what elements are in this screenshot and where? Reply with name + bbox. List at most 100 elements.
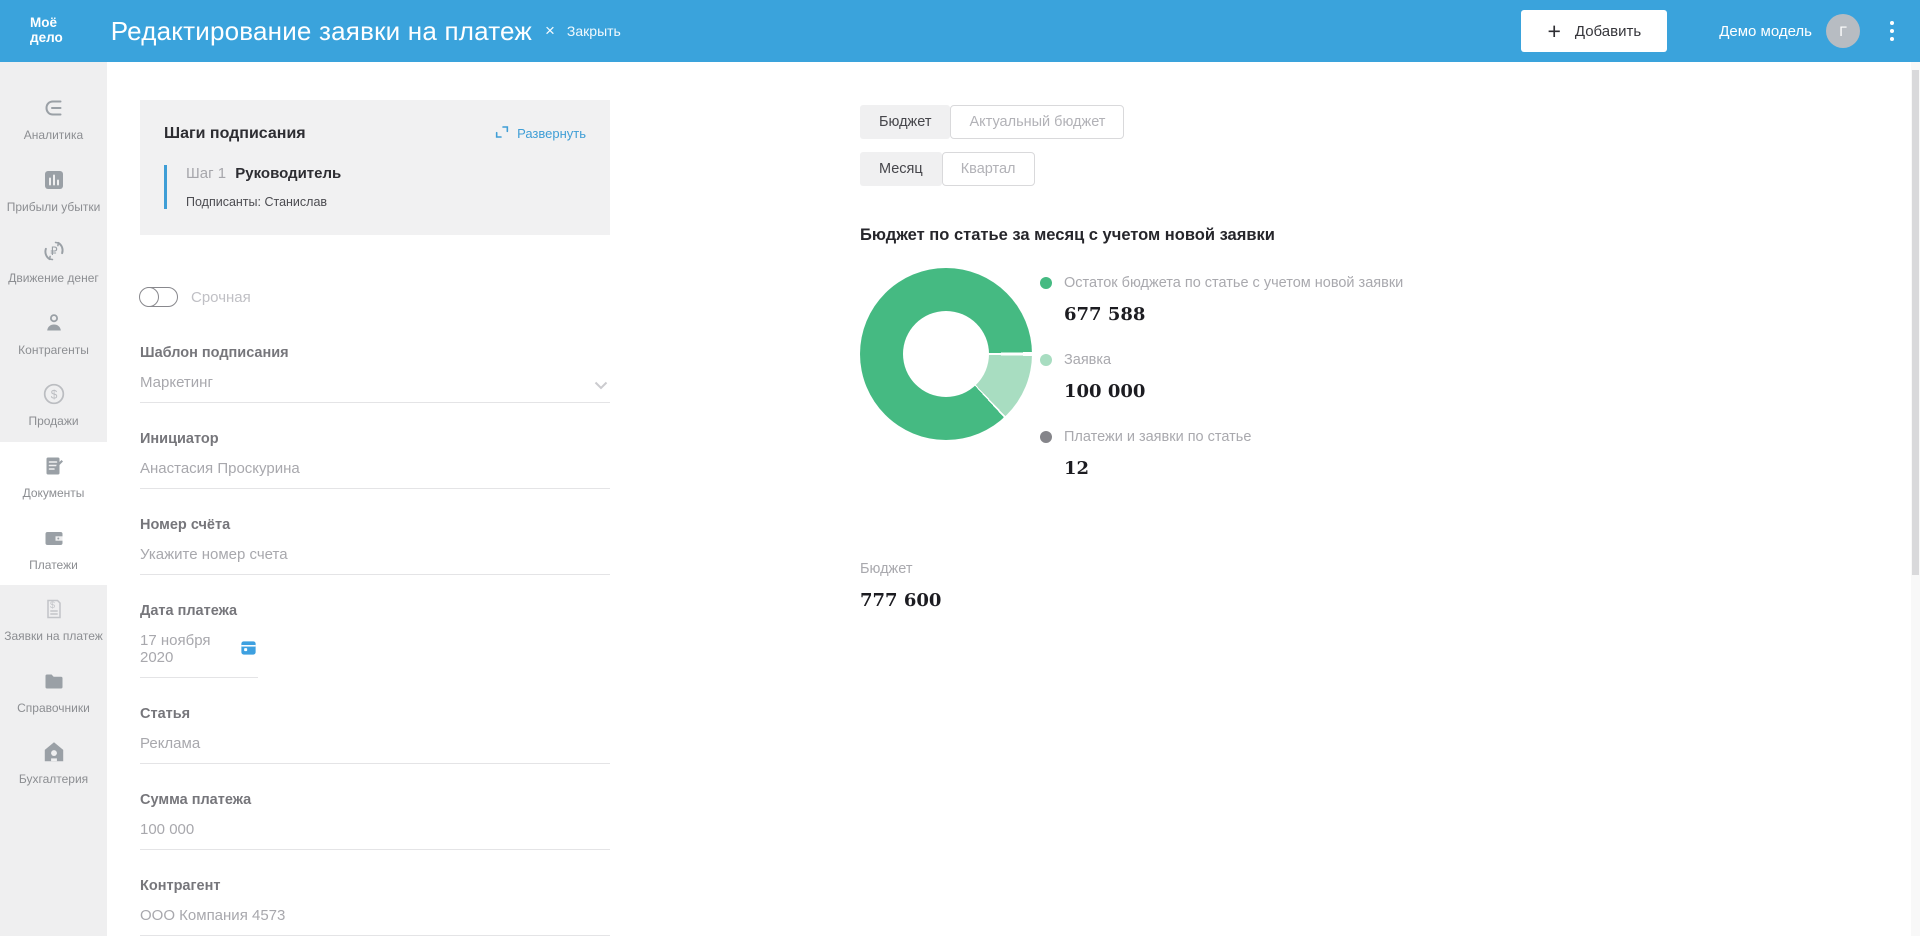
field-payment-date: Дата платежа 17 ноября 2020 xyxy=(140,603,610,678)
sidebar-item-payments[interactable]: Платежи xyxy=(0,514,107,586)
field-amount: Сумма платежа 100 000 xyxy=(140,792,610,850)
sidebar-nav: Аналитика Прибыли убытки ₽ Движение дене… xyxy=(0,62,107,936)
sidebar-item-sales[interactable]: $ Продажи xyxy=(0,370,107,442)
budget-total-label: Бюджет xyxy=(860,561,1590,577)
field-invoice-number: Номер счёта Укажите номер счета xyxy=(140,517,610,575)
app-logo[interactable]: Моё дело xyxy=(30,16,63,46)
legend-item-payments: Платежи и заявки по статье 12 xyxy=(1040,429,1403,479)
sidebar-item-label: Бухгалтерия xyxy=(19,772,88,788)
step-number: Шаг 1 xyxy=(186,165,226,182)
signing-steps-card: Шаги подписания Развернуть Шаг 1 Руковод… xyxy=(140,100,610,235)
sidebar-item-counterparties[interactable]: Контрагенты xyxy=(0,299,107,371)
budget-total-value: 777 600 xyxy=(860,590,1590,611)
account-menu[interactable]: Демо модель Г xyxy=(1719,14,1860,48)
budget-type-tabs: Бюджет Актуальный бюджет xyxy=(860,105,1590,139)
documents-icon xyxy=(42,453,66,479)
legend-value: 12 xyxy=(1064,458,1403,479)
logo-line-2: дело xyxy=(30,31,63,46)
budget-chart-title: Бюджет по статье за месяц с учетом новой… xyxy=(860,226,1590,245)
signing-step-1: Шаг 1 Руководитель Подписанты: Станислав xyxy=(164,165,586,209)
chevron-down-icon[interactable] xyxy=(594,377,608,394)
close-button[interactable]: Закрыть xyxy=(567,23,621,39)
signing-steps-title: Шаги подписания xyxy=(164,125,306,143)
legend-label: Остаток бюджета по статье с учетом новой… xyxy=(1064,275,1403,291)
sidebar-item-label: Аналитика xyxy=(24,128,83,144)
payment-requests-icon: $ xyxy=(42,596,66,622)
field-label: Статья xyxy=(140,706,610,722)
legend-label: Заявка xyxy=(1064,352,1111,368)
sidebar-item-label: Заявки на платеж xyxy=(4,629,103,645)
budget-legend: Остаток бюджета по статье с учетом новой… xyxy=(1040,268,1403,506)
directories-icon xyxy=(41,668,67,694)
legend-item-remainder: Остаток бюджета по статье с учетом новой… xyxy=(1040,275,1403,325)
sidebar-item-label: Документы xyxy=(23,486,85,502)
urgent-toggle-row: Срочная xyxy=(140,287,610,307)
sidebar-item-label: Движение денег xyxy=(8,271,99,287)
sidebar-item-label: Справочники xyxy=(17,701,90,717)
invoice-number-input[interactable]: Укажите номер счета xyxy=(140,546,610,575)
field-initiator: Инициатор Анастасия Проскурина xyxy=(140,431,610,489)
budget-panel: Бюджет Актуальный бюджет Месяц Квартал Б… xyxy=(860,105,1590,611)
urgent-toggle-label: Срочная xyxy=(191,289,251,306)
sidebar-item-documents[interactable]: Документы xyxy=(0,442,107,514)
close-icon[interactable]: × xyxy=(545,21,555,41)
field-label: Дата платежа xyxy=(140,603,610,619)
plus-icon: + xyxy=(1547,20,1560,43)
counterparty-input[interactable]: ООО Компания 4573 xyxy=(140,907,610,936)
initiator-input[interactable]: Анастасия Проскурина xyxy=(140,460,610,489)
legend-dot-green xyxy=(1040,277,1052,289)
sidebar-item-money-flow[interactable]: ₽ Движение денег xyxy=(0,227,107,299)
amount-input[interactable]: 100 000 xyxy=(140,821,610,850)
tab-month[interactable]: Месяц xyxy=(860,152,942,186)
field-label: Контрагент xyxy=(140,878,610,894)
expand-label: Развернуть xyxy=(517,126,586,141)
payment-date-value: 17 ноября 2020 xyxy=(140,632,227,666)
urgent-toggle[interactable] xyxy=(140,287,178,307)
legend-dot-light-green xyxy=(1040,354,1052,366)
signing-template-select[interactable]: Маркетинг xyxy=(140,374,610,403)
legend-value: 100 000 xyxy=(1064,381,1403,402)
payment-request-form: Шаги подписания Развернуть Шаг 1 Руковод… xyxy=(140,100,610,936)
scrollbar-thumb[interactable] xyxy=(1912,70,1919,575)
step-signers: Подписанты: Станислав xyxy=(186,195,586,209)
budget-donut xyxy=(860,268,1032,440)
budget-period-tabs: Месяц Квартал xyxy=(860,152,1590,186)
expand-icon xyxy=(494,124,510,143)
sidebar-item-payment-requests[interactable]: $ Заявки на платеж xyxy=(0,585,107,657)
payments-icon xyxy=(42,525,66,551)
money-flow-icon: ₽ xyxy=(41,238,67,264)
scrollbar-track[interactable] xyxy=(1911,62,1920,936)
payment-date-input[interactable]: 17 ноября 2020 xyxy=(140,632,258,678)
field-label: Шаблон подписания xyxy=(140,345,610,361)
sidebar-item-label: Платежи xyxy=(29,558,78,574)
article-input[interactable]: Реклама xyxy=(140,735,610,764)
legend-value: 677 588 xyxy=(1064,304,1403,325)
sidebar-item-label: Контрагенты xyxy=(18,343,89,359)
tab-quarter[interactable]: Квартал xyxy=(942,152,1035,186)
field-label: Номер счёта xyxy=(140,517,610,533)
profit-loss-icon xyxy=(42,167,66,193)
field-article: Статья Реклама xyxy=(140,706,610,764)
page-title: Редактирование заявки на платеж xyxy=(111,16,532,47)
avatar[interactable]: Г xyxy=(1826,14,1860,48)
expand-button[interactable]: Развернуть xyxy=(494,124,586,143)
tab-budget[interactable]: Бюджет xyxy=(860,105,950,139)
legend-dot-gray xyxy=(1040,431,1052,443)
sidebar-item-analytics[interactable]: Аналитика xyxy=(0,84,107,156)
kebab-menu-icon[interactable] xyxy=(1890,21,1894,41)
counterparties-icon xyxy=(42,310,66,336)
field-counterparty: Контрагент ООО Компания 4573 xyxy=(140,878,610,936)
sidebar-item-accounting[interactable]: Бухгалтерия xyxy=(0,728,107,800)
svg-text:₽: ₽ xyxy=(50,244,57,258)
svg-text:$: $ xyxy=(50,600,55,610)
tab-actual-budget[interactable]: Актуальный бюджет xyxy=(950,105,1124,139)
account-name: Демо модель xyxy=(1719,23,1812,40)
signing-template-value: Маркетинг xyxy=(140,374,213,391)
sales-icon: $ xyxy=(41,381,67,407)
budget-chart-row: Остаток бюджета по статье с учетом новой… xyxy=(860,268,1590,506)
sidebar-item-profit-loss[interactable]: Прибыли убытки xyxy=(0,156,107,228)
sidebar-item-directories[interactable]: Справочники xyxy=(0,657,107,729)
svg-text:$: $ xyxy=(50,388,57,402)
add-button[interactable]: + Добавить xyxy=(1521,10,1667,52)
calendar-icon[interactable] xyxy=(239,638,258,661)
